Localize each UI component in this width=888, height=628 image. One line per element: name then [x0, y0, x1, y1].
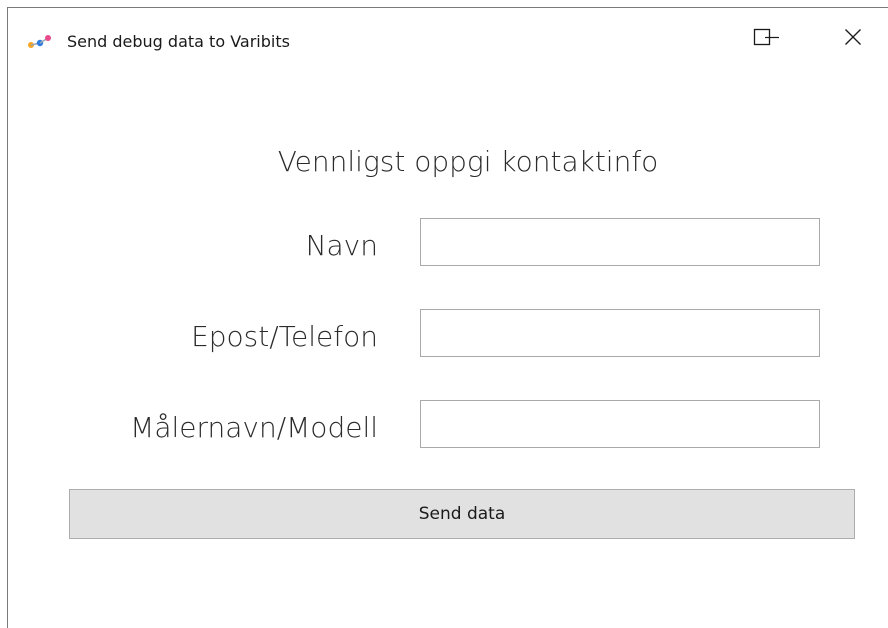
close-button[interactable] — [830, 8, 876, 70]
dialog-window: Send debug data to Varibits Vennligst op… — [7, 7, 888, 628]
name-input[interactable] — [420, 218, 820, 266]
varibits-app-icon — [27, 34, 53, 50]
meter-model-input[interactable] — [420, 400, 820, 448]
desktop-background — [0, 0, 888, 7]
form-heading: Vennligst oppgi kontaktinfo — [277, 145, 659, 178]
close-icon — [844, 28, 862, 50]
title-bar[interactable]: Send debug data to Varibits — [8, 8, 888, 70]
meter-model-label: Målernavn/Modell — [130, 411, 378, 444]
name-label: Navn — [305, 229, 378, 262]
contact-label: Epost/Telefon — [191, 320, 378, 353]
maximize-icon — [753, 28, 771, 50]
send-data-label: Send data — [418, 504, 506, 524]
maximize-button[interactable] — [739, 8, 785, 70]
contact-input[interactable] — [420, 309, 820, 357]
send-data-button[interactable]: Send data — [69, 489, 855, 539]
window-title: Send debug data to Varibits — [67, 32, 290, 51]
